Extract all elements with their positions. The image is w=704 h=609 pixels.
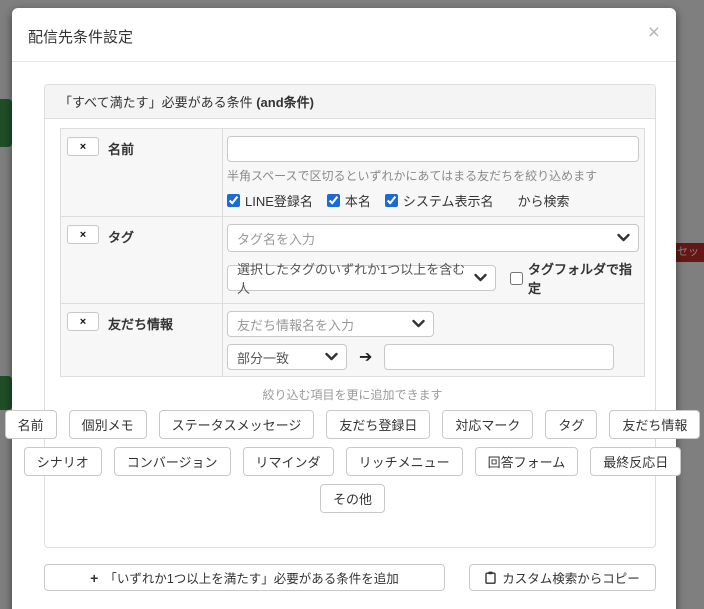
add-condition-memo-button[interactable]: 個別メモ bbox=[68, 410, 147, 439]
condition-label: 名前 bbox=[108, 142, 135, 157]
modal-title: 配信先条件設定 bbox=[28, 29, 134, 46]
add-condition-friend-info-button[interactable]: 友だち情報 bbox=[609, 410, 701, 439]
tag-match-select[interactable]: 選択したタグのいずれか1つ以上を含む人 bbox=[227, 262, 497, 296]
plus-icon: + bbox=[90, 569, 99, 586]
friend-info-match-line: 部分一致 ➔ bbox=[227, 344, 639, 370]
add-or-condition-button[interactable]: + 「いずれか1つ以上を満たす」必要がある条件を追加 bbox=[44, 564, 445, 591]
add-condition-last-response-button[interactable]: 最終反応日 bbox=[590, 447, 682, 476]
checkbox-label: システム表示名 bbox=[402, 194, 494, 209]
add-condition-conversion-button[interactable]: コンバージョン bbox=[113, 447, 231, 476]
add-condition-tag-button[interactable]: タグ bbox=[545, 410, 598, 439]
tag-match-select-value: 選択したタグのいずれか1つ以上を含む人 bbox=[237, 262, 466, 296]
secondary-actions-row: + 「いずれか1つ以上を満たす」必要がある条件を追加 カスタム検索からコピー bbox=[44, 564, 656, 591]
friend-info-match-value: 部分一致 bbox=[237, 350, 290, 366]
delivery-condition-modal: 配信先条件設定 × 「すべて満たす」必要がある条件 (and条件) × 名前 半… bbox=[4, 8, 701, 609]
friend-info-value-input[interactable] bbox=[384, 344, 615, 370]
remove-condition-icon[interactable]: × bbox=[67, 225, 99, 244]
condition-value-cell: 半角スペースで区切るといずれかにあてはまる友だちを絞り込めます LINE登録名 … bbox=[223, 129, 644, 216]
friend-info-select-placeholder: 友だち情報名を入力 bbox=[237, 317, 355, 333]
add-or-condition-label: 「いずれか1つ以上を満たす」必要がある条件を追加 bbox=[104, 572, 399, 586]
add-condition-other-button[interactable]: その他 bbox=[319, 484, 385, 513]
tag-name-select-placeholder: タグ名を入力 bbox=[237, 231, 316, 247]
copy-from-custom-search-label: カスタム検索からコピー bbox=[502, 572, 640, 586]
and-conditions-header-text: 「すべて満たす」必要がある条件 bbox=[59, 95, 257, 110]
condition-label: 友だち情報 bbox=[108, 317, 174, 332]
condition-label-cell: × 友だち情報 bbox=[61, 304, 223, 376]
add-condition-status-message-button[interactable]: ステータスメッセージ bbox=[158, 410, 315, 439]
chevron-down-icon bbox=[412, 319, 425, 329]
copy-from-custom-search-button[interactable]: カスタム検索からコピー bbox=[469, 564, 656, 591]
checkbox-real-name[interactable]: 本名 bbox=[326, 191, 371, 210]
add-buttons-row-2: シナリオ コンバージョン リマインダ リッチメニュー 回答フォーム 最終反応日 bbox=[23, 447, 682, 476]
tag-folder-checkbox-label: タグフォルダで指定 bbox=[528, 262, 633, 296]
checkbox-real-name-input[interactable] bbox=[326, 194, 340, 207]
and-conditions-header-bold: (and条件) bbox=[256, 95, 314, 110]
add-condition-name-button[interactable]: 名前 bbox=[4, 410, 57, 439]
condition-row-name: × 名前 半角スペースで区切るといずれかにあてはまる友だちを絞り込めます LIN… bbox=[61, 129, 644, 217]
search-from-suffix: から検索 bbox=[517, 194, 570, 209]
friend-info-name-select[interactable]: 友だち情報名を入力 bbox=[227, 311, 434, 337]
tag-name-select[interactable]: タグ名を入力 bbox=[227, 224, 639, 252]
checkbox-label: LINE登録名 bbox=[245, 194, 313, 209]
add-condition-scenario-button[interactable]: シナリオ bbox=[23, 447, 102, 476]
and-conditions-header: 「すべて満たす」必要がある条件 (and条件) bbox=[45, 85, 655, 119]
name-search-input[interactable] bbox=[227, 136, 639, 162]
condition-value-cell: 友だち情報名を入力 部分一致 ➔ bbox=[223, 304, 644, 376]
tag-folder-checkbox-input[interactable] bbox=[510, 271, 524, 285]
add-condition-support-mark-button[interactable]: 対応マーク bbox=[442, 410, 534, 439]
modal-header: 配信先条件設定 × bbox=[12, 8, 676, 62]
name-checkbox-line: LINE登録名 本名 システム表示名 から検索 bbox=[227, 191, 639, 210]
and-conditions-body: × 名前 半角スペースで区切るといずれかにあてはまる友だちを絞り込めます LIN… bbox=[4, 119, 701, 547]
add-condition-rich-menu-button[interactable]: リッチメニュー bbox=[345, 447, 463, 476]
add-buttons-row-3: その他 bbox=[60, 484, 645, 513]
condition-label: タグ bbox=[108, 230, 135, 245]
add-condition-reminder-button[interactable]: リマインダ bbox=[242, 447, 334, 476]
and-conditions-panel: 「すべて満たす」必要がある条件 (and条件) × 名前 半角スペースで区切ると… bbox=[4, 84, 701, 548]
condition-row-tag: × タグ タグ名を入力 選択したタグのいずれか1つ以上を含む人 タグフォルダで指… bbox=[61, 217, 644, 304]
checkbox-line-registered-name-input[interactable] bbox=[227, 194, 240, 207]
chevron-down-icon bbox=[617, 233, 630, 243]
name-helper-text: 半角スペースで区切るといずれかにあてはまる友だちを絞り込めます bbox=[227, 169, 598, 183]
checkbox-system-display-name[interactable]: システム表示名 bbox=[384, 191, 494, 210]
tag-match-line: 選択したタグのいずれか1つ以上を含む人 タグフォルダで指定 bbox=[227, 259, 639, 297]
condition-value-cell: タグ名を入力 選択したタグのいずれか1つ以上を含む人 タグフォルダで指定 bbox=[223, 217, 644, 303]
condition-label-cell: × 名前 bbox=[61, 129, 223, 216]
chevron-down-icon bbox=[325, 352, 338, 362]
condition-row-friend-info: × 友だち情報 友だち情報名を入力 部分一致 ➔ bbox=[61, 304, 644, 376]
add-condition-friend-added-date-button[interactable]: 友だち登録日 bbox=[326, 410, 431, 439]
chevron-down-icon bbox=[474, 273, 487, 283]
condition-table: × 名前 半角スペースで区切るといずれかにあてはまる友だちを絞り込めます LIN… bbox=[60, 128, 645, 377]
clipboard-copy-icon bbox=[485, 571, 496, 584]
arrow-right-icon: ➔ bbox=[359, 349, 373, 366]
checkbox-label: 本名 bbox=[344, 194, 371, 209]
condition-label-cell: × タグ bbox=[61, 217, 223, 303]
friend-info-match-select[interactable]: 部分一致 bbox=[227, 344, 347, 370]
add-condition-answer-form-button[interactable]: 回答フォーム bbox=[474, 447, 579, 476]
tag-folder-checkbox[interactable]: タグフォルダで指定 bbox=[510, 259, 639, 297]
add-buttons-row-1: 名前 個別メモ ステータスメッセージ 友だち登録日 対応マーク タグ 友だち情報 bbox=[4, 410, 701, 439]
checkbox-line-registered-name[interactable]: LINE登録名 bbox=[227, 191, 313, 210]
remove-condition-icon[interactable]: × bbox=[67, 137, 99, 156]
modal-body: 「すべて満たす」必要がある条件 (and条件) × 名前 半角スペースで区切ると… bbox=[4, 62, 701, 591]
remove-condition-icon[interactable]: × bbox=[67, 312, 99, 331]
checkbox-system-display-name-input[interactable] bbox=[384, 194, 398, 207]
add-item-hint: 絞り込む項目を更に追加できます bbox=[262, 388, 443, 402]
close-icon[interactable]: × bbox=[648, 22, 660, 43]
